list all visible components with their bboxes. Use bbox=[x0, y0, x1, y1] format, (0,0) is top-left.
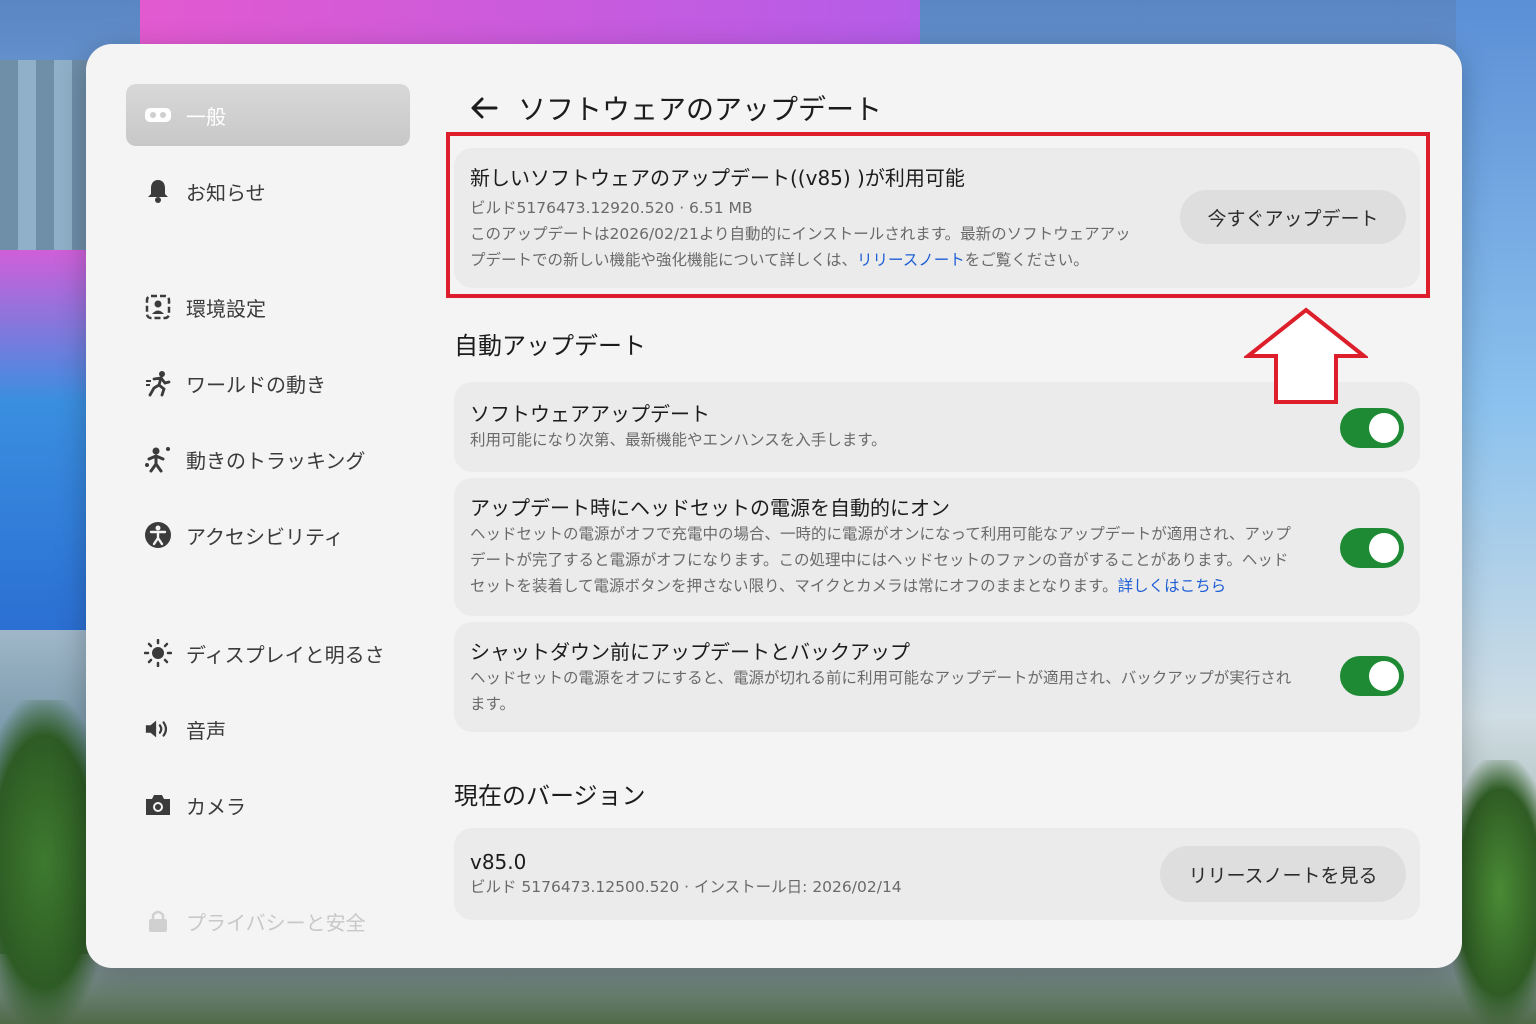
sidebar-item-environment[interactable]: 環境設定 bbox=[126, 276, 410, 338]
software-update-toggle[interactable] bbox=[1340, 408, 1404, 448]
auto-power-on-title: アップデート時にヘッドセットの電源を自動的にオン bbox=[470, 496, 950, 520]
current-version-card: v85.0 ビルド 5176473.12500.520 · インストール日: 2… bbox=[454, 828, 1420, 920]
sidebar-item-label: 一般 bbox=[186, 104, 226, 129]
headset-icon bbox=[144, 101, 172, 129]
red-arrow-icon bbox=[1244, 307, 1368, 404]
update-available-card: 新しいソフトウェアのアップデート((v85) )が利用可能 ビルド5176473… bbox=[454, 148, 1420, 288]
software-update-title: ソフトウェアアップデート bbox=[470, 402, 710, 426]
sidebar-item-privacy-safety[interactable]: プライバシーと安全 bbox=[126, 890, 410, 952]
header: ソフトウェアのアップデート bbox=[468, 88, 882, 128]
speaker-icon bbox=[144, 715, 172, 743]
update-title: 新しいソフトウェアのアップデート((v85) )が利用可能 bbox=[470, 166, 965, 190]
update-now-button[interactable]: 今すぐアップデート bbox=[1180, 190, 1406, 244]
release-notes-link[interactable]: リリースノート bbox=[857, 251, 965, 269]
tracking-person-icon bbox=[144, 445, 172, 473]
lock-icon bbox=[144, 907, 172, 935]
bell-icon bbox=[144, 177, 172, 205]
auto-power-on-description-line3: セットを装着して電源ボタンを押さない限り、マイクとカメラは常にオフのままとなりま… bbox=[470, 573, 1350, 599]
current-version-number: v85.0 bbox=[470, 850, 527, 874]
main-content: ソフトウェアのアップデート 新しいソフトウェアのアップデート((v85) )が利… bbox=[446, 44, 1430, 968]
update-build-info: ビルド5176473.12920.520 · 6.51 MB bbox=[470, 199, 753, 217]
auto-power-on-description-line2: デートが完了すると電源がオフになります。この処理中にはヘッドセットのファンの音が… bbox=[470, 551, 1289, 569]
sidebar-item-notifications[interactable]: お知らせ bbox=[126, 160, 410, 222]
shutdown-update-backup-toggle[interactable] bbox=[1340, 656, 1404, 696]
sidebar-item-label: ディスプレイと明るさ bbox=[186, 642, 385, 667]
environment-icon bbox=[144, 293, 172, 321]
sidebar-item-camera[interactable]: カメラ bbox=[126, 774, 410, 836]
update-description-line2: プデートでの新しい機能や強化機能について詳しくは、リリースノートをご覧ください。 bbox=[470, 247, 1131, 273]
sidebar-item-label: カメラ bbox=[186, 794, 246, 819]
background-columns bbox=[0, 60, 90, 260]
current-version-build-info: ビルド 5176473.12500.520 · インストール日: 2026/02… bbox=[470, 878, 902, 896]
sidebar-item-label: 動きのトラッキング bbox=[186, 448, 366, 473]
sidebar-item-general[interactable]: 一般 bbox=[126, 84, 410, 146]
update-description-line1: このアップデートは2026/02/21より自動的にインストールされます。最新のソ… bbox=[470, 225, 1131, 243]
page-title: ソフトウェアのアップデート bbox=[518, 93, 883, 126]
software-update-description: 利用可能になり次第、最新機能やエンハンスを入手します。 bbox=[470, 431, 887, 449]
sidebar-item-label: アクセシビリティ bbox=[186, 524, 344, 549]
auto-power-on-toggle[interactable] bbox=[1340, 528, 1404, 568]
sidebar-item-world-movement[interactable]: ワールドの動き bbox=[126, 352, 410, 414]
shutdown-update-backup-row: シャットダウン前にアップデートとバックアップ ヘッドセットの電源をオフにすると、… bbox=[454, 622, 1420, 732]
camera-icon bbox=[144, 791, 172, 819]
current-version-section-title: 現在のバージョン bbox=[454, 782, 646, 810]
settings-panel: 一般 お知らせ 環境設定 ワールドの動き 動きのトラッキング アクセシビリティ … bbox=[86, 44, 1462, 968]
learn-more-link[interactable]: 詳しくはこちら bbox=[1118, 577, 1227, 595]
auto-power-on-description-line1: ヘッドセットの電源がオフで充電中の場合、一時的に電源がオンになって利用可能なアッ… bbox=[470, 525, 1291, 543]
sidebar-item-movement-tracking[interactable]: 動きのトラッキング bbox=[126, 428, 410, 490]
sidebar-item-label: プライバシーと安全 bbox=[186, 910, 366, 935]
sidebar-item-accessibility[interactable]: アクセシビリティ bbox=[126, 504, 410, 566]
background-left-sign bbox=[0, 250, 95, 630]
shutdown-update-backup-description-line1: ヘッドセットの電源をオフにすると、電源が切れる前に利用可能なアップデートが適用さ… bbox=[470, 669, 1292, 687]
auto-power-on-description-text: セットを装着して電源ボタンを押さない限り、マイクとカメラは常にオフのままとなりま… bbox=[470, 577, 1118, 595]
auto-update-section-title: 自動アップデート bbox=[454, 332, 646, 360]
running-person-icon bbox=[144, 369, 172, 397]
sidebar-item-label: ワールドの動き bbox=[186, 372, 326, 397]
auto-power-on-row: アップデート時にヘッドセットの電源を自動的にオン ヘッドセットの電源がオフで充電… bbox=[454, 478, 1420, 616]
sidebar-item-label: 音声 bbox=[186, 718, 226, 743]
sidebar-item-display-brightness[interactable]: ディスプレイと明るさ bbox=[126, 622, 410, 684]
back-arrow-icon[interactable] bbox=[468, 92, 500, 124]
sidebar-item-label: お知らせ bbox=[186, 180, 266, 205]
view-release-notes-button[interactable]: リリースノートを見る bbox=[1160, 846, 1406, 902]
shutdown-update-backup-description-line2: ます。 bbox=[470, 695, 515, 713]
sidebar-item-audio[interactable]: 音声 bbox=[126, 698, 410, 760]
sidebar-item-label: 環境設定 bbox=[186, 296, 266, 321]
sun-icon bbox=[144, 639, 172, 667]
shutdown-update-backup-title: シャットダウン前にアップデートとバックアップ bbox=[470, 640, 910, 664]
update-description-text-end: をご覧ください。 bbox=[964, 251, 1089, 269]
accessibility-icon bbox=[144, 521, 172, 549]
update-description-text: プデートでの新しい機能や強化機能について詳しくは、 bbox=[470, 251, 858, 269]
